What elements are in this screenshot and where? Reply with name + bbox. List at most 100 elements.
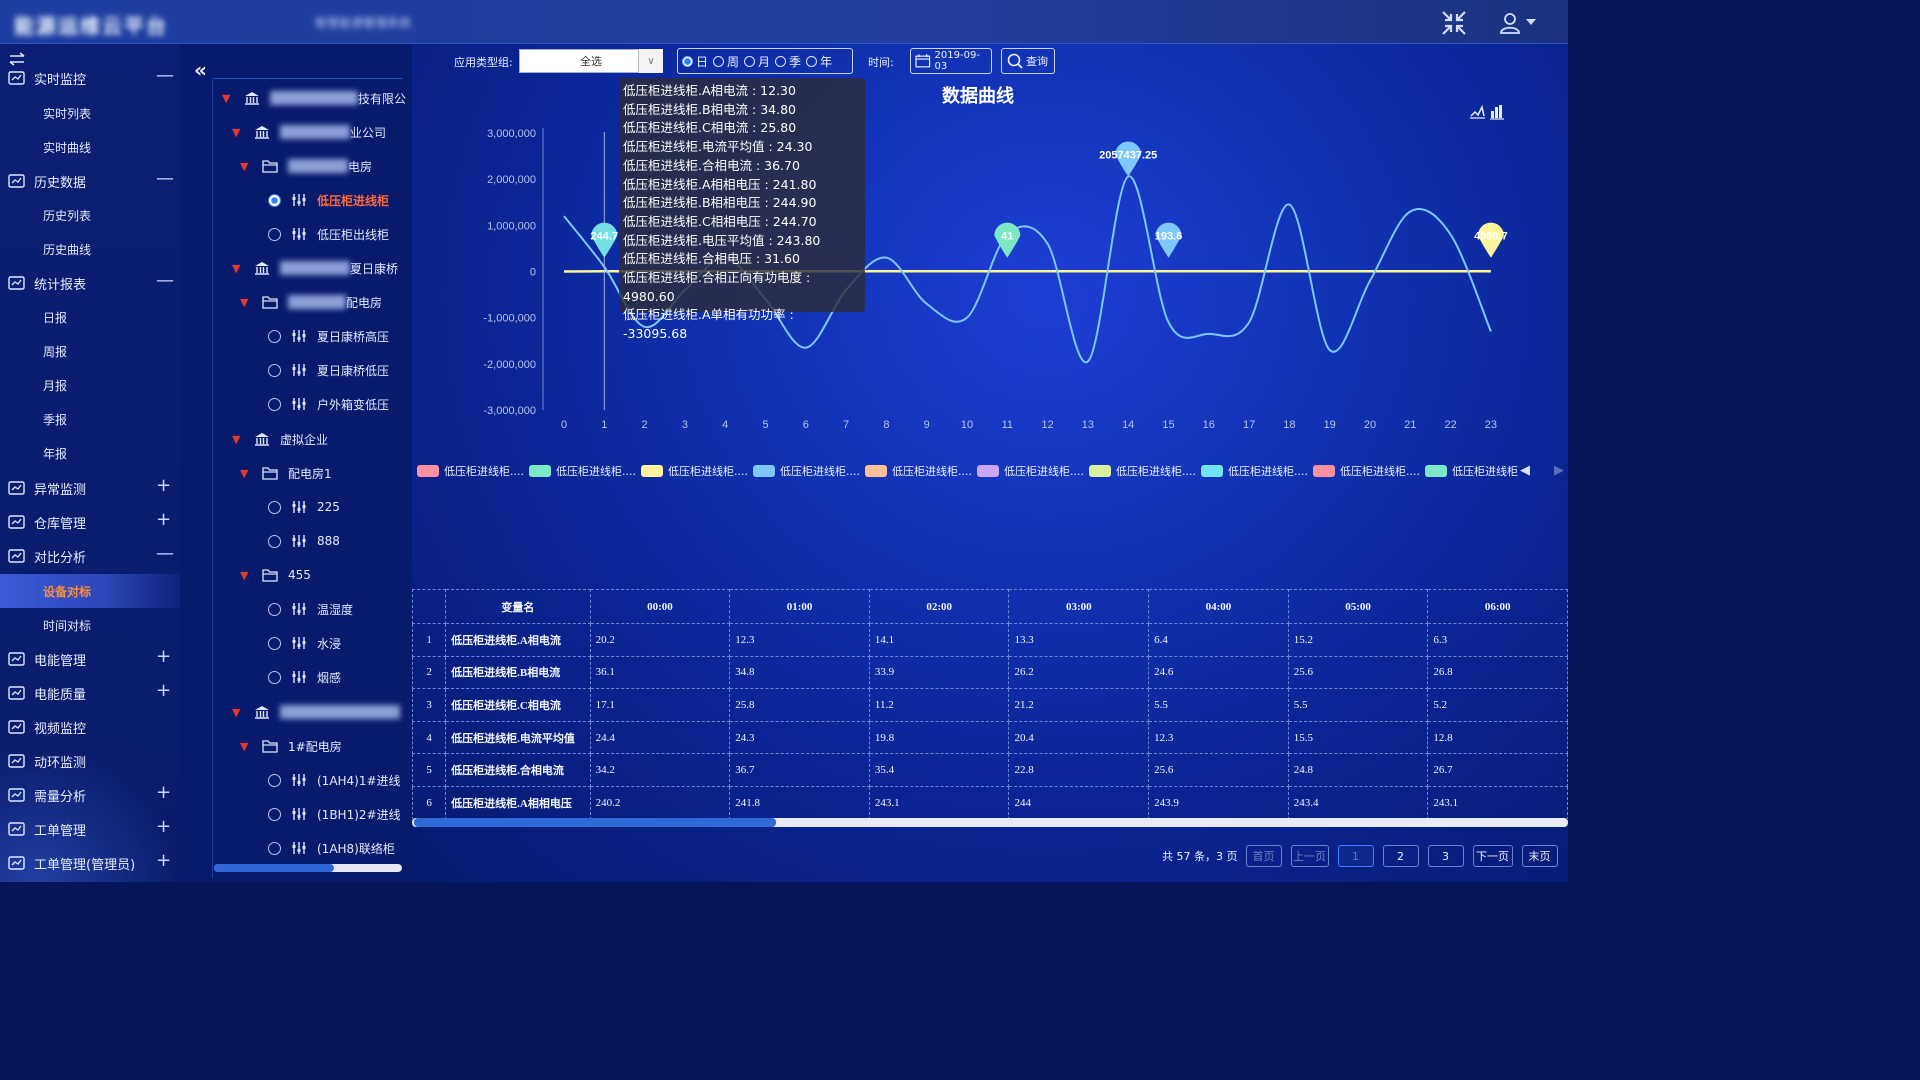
- nav-group-2[interactable]: 统计报表 —: [0, 266, 180, 300]
- table-scrollbar[interactable]: [412, 818, 1568, 827]
- nav-group-5[interactable]: 对比分析 —: [0, 539, 180, 573]
- nav-item-report-0[interactable]: 日报: [0, 300, 180, 334]
- nav-group-3[interactable]: 异常监测 +: [0, 471, 180, 505]
- nav-group-1[interactable]: 历史数据 —: [0, 164, 180, 198]
- nav-item-compare-1[interactable]: 时间对标: [0, 608, 180, 642]
- tree-node[interactable]: 夏日康桥低压: [268, 353, 389, 387]
- legend-next-icon[interactable]: ▶: [1554, 463, 1564, 478]
- legend-item[interactable]: 低压柜进线柜....: [865, 463, 972, 479]
- caret-down-icon[interactable]: ▼: [240, 467, 254, 480]
- nav-group-7[interactable]: 电能质量 +: [0, 676, 180, 710]
- marker-pin[interactable]: 244.7: [591, 222, 619, 258]
- tree-node[interactable]: 水浸: [268, 626, 341, 660]
- tree-scrollbar-thumb[interactable]: [214, 864, 334, 872]
- caret-down-icon[interactable]: ▼: [232, 126, 246, 139]
- nav-group-12[interactable]: 工单管理(管理员) +: [0, 846, 180, 880]
- fullscreen-exit-icon[interactable]: [1440, 9, 1468, 37]
- minus-icon[interactable]: —: [156, 170, 174, 188]
- marker-pin[interactable]: 193.6: [1155, 222, 1183, 258]
- nav-group-8[interactable]: 视频监控: [0, 710, 180, 744]
- page-3-button[interactable]: 3: [1427, 845, 1464, 867]
- next-page-button[interactable]: 下一页: [1472, 845, 1513, 867]
- caret-down-icon[interactable]: ▼: [232, 706, 246, 719]
- caret-down-icon[interactable]: ▼: [240, 160, 254, 173]
- radio-button[interactable]: [268, 807, 281, 821]
- nav-item-history-1[interactable]: 历史曲线: [0, 232, 180, 266]
- nav-item-report-1[interactable]: 周报: [0, 334, 180, 368]
- table-row[interactable]: 5 低压柜进线柜.合相电流 34.2 36.7 35.4 22.8 25.6 24.8 26.7: [412, 753, 1568, 787]
- nav-group-0[interactable]: 实时监控 —: [0, 61, 180, 95]
- tree-node[interactable]: (1BH1)2#进线: [268, 797, 401, 831]
- tree-node[interactable]: ▼ 1#配电房: [240, 729, 342, 763]
- plus-icon[interactable]: +: [156, 682, 172, 700]
- legend-item[interactable]: 低压柜进线柜....: [1089, 463, 1196, 479]
- tree-node[interactable]: ▼ 配电房1: [240, 456, 332, 490]
- page-1-button[interactable]: 1: [1337, 845, 1374, 867]
- radio-button[interactable]: [268, 534, 281, 548]
- nav-group-10[interactable]: 需量分析 +: [0, 778, 180, 812]
- caret-down-icon[interactable]: ▼: [240, 569, 254, 582]
- plus-icon[interactable]: +: [156, 477, 172, 495]
- nav-item-report-2[interactable]: 月报: [0, 368, 180, 402]
- caret-down-icon[interactable]: [1526, 18, 1536, 26]
- table-row[interactable]: 3 低压柜进线柜.C相电流 17.1 25.8 11.2 21.2 5.5 5.5 5.2: [412, 688, 1568, 722]
- legend-item[interactable]: 低压柜进线柜....: [1313, 463, 1420, 479]
- tree-node[interactable]: ▼ 技有限公: [222, 81, 406, 115]
- page-2-button[interactable]: 2: [1382, 845, 1419, 867]
- tree-node[interactable]: 888: [268, 524, 340, 558]
- user-icon[interactable]: [1498, 11, 1522, 35]
- line-chart-icon[interactable]: [1470, 104, 1485, 119]
- tree-node[interactable]: ▼ 夏日康桥: [232, 251, 398, 285]
- radio-button[interactable]: [268, 227, 281, 241]
- caret-down-icon[interactable]: ▼: [222, 92, 236, 105]
- tree-node[interactable]: 户外箱变低压: [268, 387, 389, 421]
- double-chevron-left-icon[interactable]: «: [194, 60, 212, 80]
- marker-pin[interactable]: 41: [994, 222, 1021, 258]
- tree-node[interactable]: ▼ 配电房: [240, 285, 382, 319]
- radio-button[interactable]: [268, 602, 281, 616]
- tree-node[interactable]: 低压柜出线柜: [268, 217, 389, 251]
- nav-group-4[interactable]: 仓库管理 +: [0, 505, 180, 539]
- nav-item-report-4[interactable]: 年报: [0, 436, 180, 470]
- nav-item-realtime-1[interactable]: 实时曲线: [0, 130, 180, 164]
- table-row[interactable]: 1 低压柜进线柜.A相电流 20.2 12.3 14.1 13.3 6.4 15.2 6.3: [412, 623, 1568, 657]
- legend-item[interactable]: 低压柜进线柜....: [641, 463, 748, 479]
- tree-node[interactable]: 温湿度: [268, 592, 353, 626]
- prev-page-button[interactable]: 上一页: [1290, 845, 1329, 867]
- nav-item-history-0[interactable]: 历史列表: [0, 198, 180, 232]
- caret-down-icon[interactable]: ▼: [232, 262, 246, 275]
- radio-button[interactable]: [268, 773, 281, 787]
- legend-item[interactable]: 低压柜进线柜....: [1201, 463, 1308, 479]
- radio-button[interactable]: [268, 841, 281, 855]
- table-row[interactable]: 2 低压柜进线柜.B相电流 36.1 34.8 33.9 26.2 24.6 25.6 26.8: [412, 655, 1568, 690]
- table-row[interactable]: 4 低压柜进线柜.电流平均值 24.4 24.3 19.8 20.4 12.3 15.5 12.…: [412, 720, 1568, 755]
- bar-chart-icon[interactable]: [1490, 105, 1504, 120]
- nav-group-11[interactable]: 工单管理 +: [0, 812, 180, 846]
- tree-node[interactable]: 夏日康桥高压: [268, 319, 389, 353]
- radio-button[interactable]: [268, 193, 281, 207]
- last-page-button[interactable]: 末页: [1521, 845, 1558, 867]
- tree-node[interactable]: ▼ 业公司: [232, 115, 386, 149]
- caret-down-icon[interactable]: ▼: [232, 433, 246, 446]
- radio-button[interactable]: [268, 329, 281, 343]
- tree-node[interactable]: ▼: [232, 695, 400, 729]
- tree-node[interactable]: 225: [268, 490, 340, 524]
- legend-item[interactable]: 低压柜进线柜....: [753, 463, 860, 479]
- tree-scrollbar[interactable]: [214, 864, 402, 872]
- plus-icon[interactable]: +: [156, 818, 172, 836]
- radio-button[interactable]: [268, 500, 281, 514]
- plus-icon[interactable]: +: [156, 648, 172, 666]
- plus-icon[interactable]: +: [156, 511, 172, 529]
- legend-item[interactable]: 低压柜进线柜....: [529, 463, 636, 479]
- minus-icon[interactable]: —: [156, 272, 174, 290]
- caret-down-icon[interactable]: ▼: [240, 296, 254, 309]
- tree-node[interactable]: 烟感: [268, 660, 341, 694]
- minus-icon[interactable]: —: [156, 545, 174, 563]
- tree-node[interactable]: 低压柜进线柜: [268, 183, 389, 217]
- radio-button[interactable]: [268, 397, 281, 411]
- nav-item-report-3[interactable]: 季报: [0, 402, 180, 436]
- minus-icon[interactable]: —: [156, 67, 174, 85]
- table-scrollbar-thumb[interactable]: [414, 818, 776, 827]
- legend-item[interactable]: 低压柜进线柜....: [417, 463, 524, 479]
- tree-node[interactable]: ▼ 455: [240, 558, 311, 592]
